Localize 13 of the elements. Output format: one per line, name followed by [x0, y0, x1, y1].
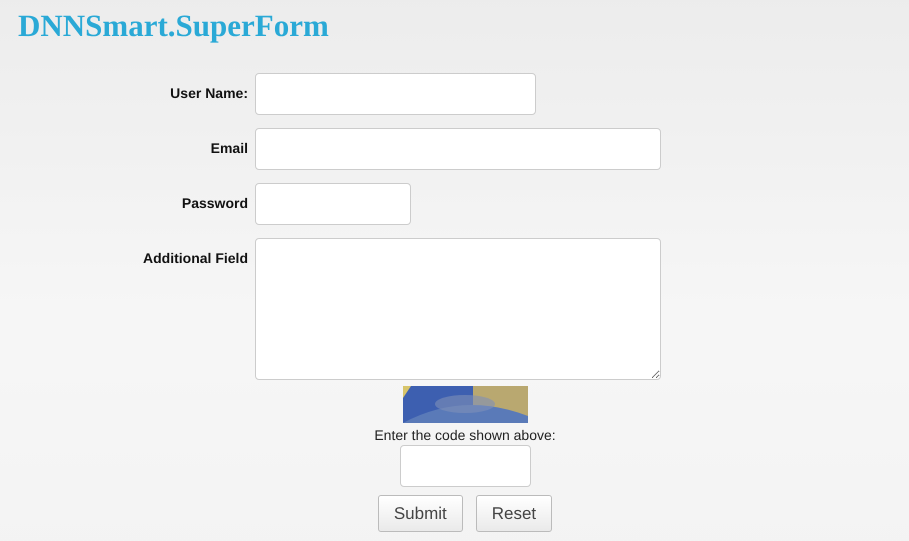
field-label: Password [182, 194, 248, 213]
captcha-prompt: Enter the code shown above: [374, 427, 556, 443]
page-title: DNNSmart.SuperForm [17, 7, 330, 44]
field-label: Email [210, 139, 248, 158]
text-area[interactable] [255, 238, 661, 380]
field-label: Additional Field [143, 249, 248, 268]
submit-button[interactable]: Submit [378, 495, 463, 532]
input-field[interactable] [255, 183, 411, 225]
captcha-field[interactable] [400, 445, 530, 487]
input-field[interactable] [255, 73, 536, 115]
input-field[interactable] [255, 128, 661, 170]
field-label: User Name: [170, 84, 248, 103]
reset-button[interactable]: Reset [476, 495, 552, 532]
